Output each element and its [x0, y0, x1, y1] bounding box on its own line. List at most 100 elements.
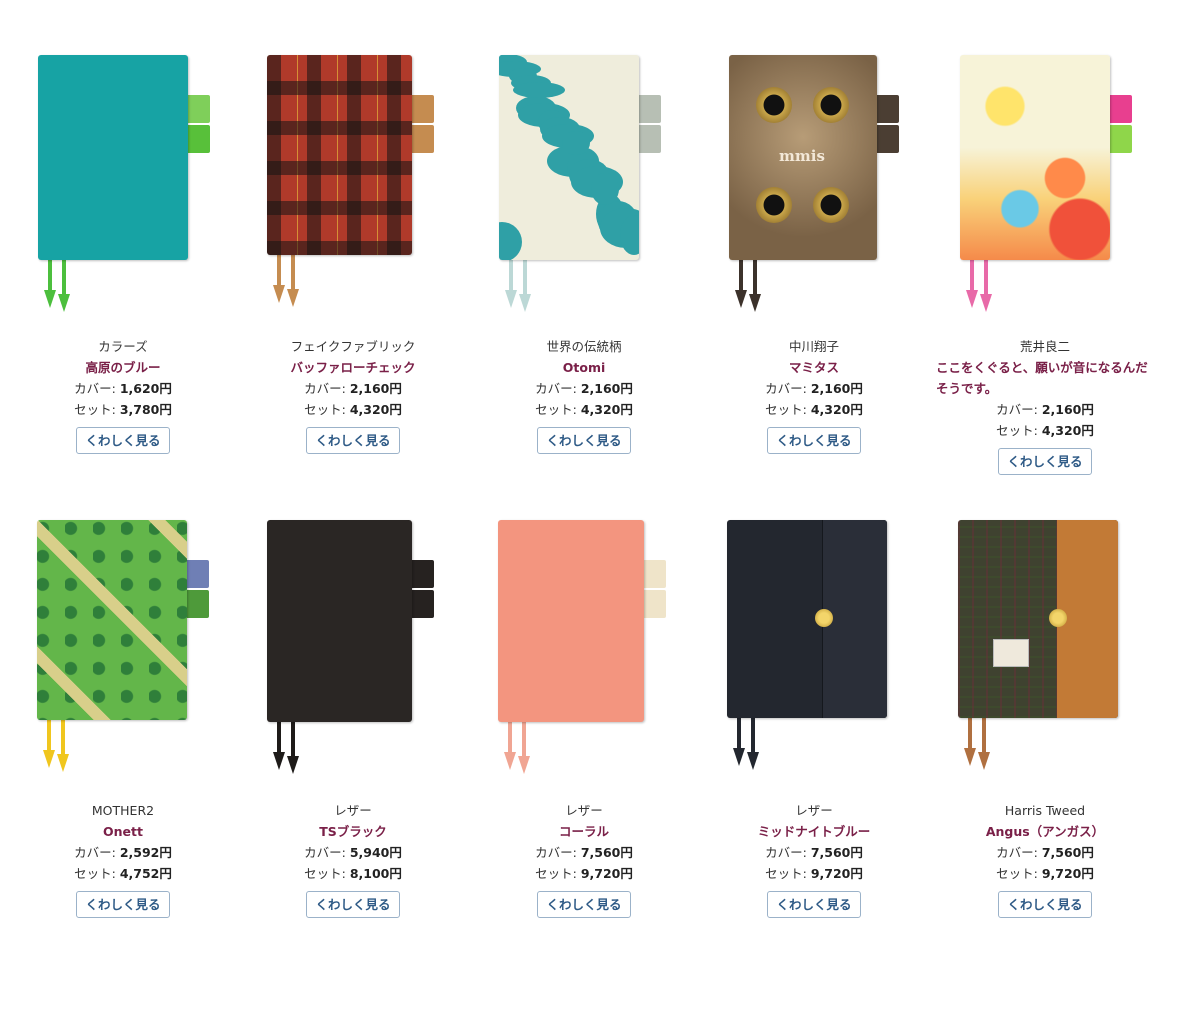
product-image[interactable] — [238, 505, 468, 795]
bookmark-tip-icon — [44, 290, 56, 308]
cover-price-value: 1,620円 — [119, 381, 172, 396]
bookmark-tip-icon — [966, 290, 978, 308]
cover-price-line: カバー: 1,620円 — [8, 378, 238, 399]
bookmark-tip-icon — [519, 294, 531, 312]
notebook-cover: mmis — [729, 55, 877, 260]
product-card: レザー ミッドナイトブルー カバー: 7,560円 セット: 9,720円 くわしく見る — [699, 505, 929, 918]
notebook-cover — [267, 55, 412, 255]
cover-price-label: カバー: — [74, 845, 116, 860]
product-image[interactable] — [699, 505, 929, 795]
bookmark-tip-icon — [980, 294, 992, 312]
product-brand: Harris Tweed — [1004, 803, 1086, 818]
product-name[interactable]: マミタス — [699, 357, 929, 378]
notebook-cover — [498, 520, 644, 722]
product-card: mmis 中川翔子マミタス カバー: 2,160円 セット: 4,320円くわしく見る — [699, 40, 929, 454]
details-button[interactable]: くわしく見る — [306, 891, 400, 918]
cover-price-value: 2,160円 — [580, 381, 633, 396]
product-image[interactable] — [8, 505, 238, 795]
product-image[interactable] — [930, 505, 1160, 795]
set-price-value: 4,320円 — [580, 402, 633, 417]
product-brand: レザー — [565, 803, 603, 818]
bookmark-tip-icon — [287, 756, 299, 774]
set-price-label: セット: — [996, 866, 1038, 881]
product-brand: 中川翔子 — [788, 339, 839, 354]
details-button[interactable]: くわしく見る — [76, 891, 170, 918]
bookmark-tip-icon — [57, 754, 69, 772]
set-price-value: 8,100円 — [349, 866, 402, 881]
details-button[interactable]: くわしく見る — [767, 891, 861, 918]
product-name[interactable]: ミッドナイトブルー — [699, 821, 929, 842]
product-info: レザー TSブラック カバー: 5,940円 セット: 8,100円 くわしく見る — [238, 800, 468, 918]
set-price-line: セット: 4,320円 — [699, 399, 929, 420]
set-price-label: セット: — [996, 423, 1038, 438]
cover-price-label: カバー: — [535, 845, 577, 860]
set-price-value: 9,720円 — [1041, 866, 1094, 881]
bookmark-tip-icon — [735, 290, 747, 308]
bookmark-tip-icon — [978, 752, 990, 770]
product-name[interactable]: TSブラック — [238, 821, 468, 842]
product-name[interactable]: コーラル — [469, 821, 699, 842]
cover-price-value: 5,940円 — [349, 845, 402, 860]
product-info: レザー ミッドナイトブルー カバー: 7,560円 セット: 9,720円 くわしく見る — [699, 800, 929, 918]
cover-price-label: カバー: — [535, 381, 577, 396]
details-button[interactable]: くわしく見る — [76, 427, 170, 454]
product-card: フェイクファブリック バッファローチェック カバー: 2,160円 セット: 4,32… — [238, 40, 468, 454]
bookmark-tip-icon — [273, 752, 285, 770]
product-info: 世界の伝統柄 Otomi カバー: 2,160円 セット: 4,320円 くわしく見る — [469, 336, 699, 454]
set-price-label: セット: — [304, 866, 346, 881]
snap-button-icon — [815, 609, 833, 627]
product-brand: レザー — [795, 803, 833, 818]
bookmark-tip-icon — [504, 752, 516, 770]
product-name[interactable]: ここをくぐると、願いが音になるんだそうです。 — [930, 357, 1160, 399]
set-price-line: セット: 4,320円 — [930, 420, 1160, 441]
cat-eye-icon — [813, 87, 849, 123]
product-info: 中川翔子マミタス カバー: 2,160円 セット: 4,320円くわしく見る — [699, 336, 929, 454]
cover-price-line: カバー: 5,940円 — [238, 842, 468, 863]
product-info: MOTHER2 Onett カバー: 2,592円 セット: 4,752円 くわしく見る — [8, 800, 238, 918]
product-brand: フェイクファブリック — [290, 339, 416, 354]
product-image[interactable] — [469, 40, 699, 330]
details-button[interactable]: くわしく見る — [537, 891, 631, 918]
set-price-label: セット: — [74, 402, 116, 417]
cover-price-line: カバー: 7,560円 — [469, 842, 699, 863]
bookmark-tip-icon — [733, 748, 745, 766]
cover-price-value: 2,160円 — [1041, 402, 1094, 417]
product-card: レザー コーラル カバー: 7,560円 セット: 9,720円 くわしく見る — [469, 505, 699, 918]
details-button[interactable]: くわしく見る — [537, 427, 631, 454]
notebook-cover — [727, 520, 887, 718]
product-card: 荒井良二 ここをくぐると、願いが音になるんだそうです。 カバー: 2,160円 セット… — [930, 40, 1160, 475]
cover-price-label: カバー: — [996, 402, 1038, 417]
product-name[interactable]: 高原のブルー — [8, 357, 238, 378]
otomi-pattern — [499, 55, 639, 260]
product-name[interactable]: バッファローチェック — [238, 357, 468, 378]
set-price-value: 4,320円 — [1041, 423, 1094, 438]
product-image[interactable] — [930, 40, 1160, 330]
cover-price-label: カバー: — [765, 845, 807, 860]
product-info: 荒井良二 ここをくぐると、願いが音になるんだそうです。 カバー: 2,160円 セット… — [930, 336, 1160, 475]
notebook-cover — [37, 520, 187, 720]
cover-price-line: カバー: 2,160円 — [699, 378, 929, 399]
product-name[interactable]: Otomi — [469, 357, 699, 378]
cover-price-value: 7,560円 — [810, 845, 863, 860]
product-name[interactable]: Onett — [8, 821, 238, 842]
product-brand: 世界の伝統柄 — [546, 339, 622, 354]
product-image[interactable] — [238, 40, 468, 330]
product-image[interactable] — [8, 40, 238, 330]
harris-tweed-label-icon — [993, 638, 1030, 667]
product-image[interactable] — [469, 505, 699, 795]
product-name[interactable]: Angus（アンガス） — [930, 821, 1160, 842]
product-brand: 荒井良二 — [1019, 339, 1070, 354]
product-card: Harris Tweed Angus（アンガス） カバー: 7,560円 セット: 9… — [930, 505, 1160, 918]
details-button[interactable]: くわしく見る — [767, 427, 861, 454]
bookmark-tip-icon — [43, 750, 55, 768]
details-button[interactable]: くわしく見る — [998, 891, 1092, 918]
set-price-label: セット: — [765, 402, 807, 417]
bookmark-tip-icon — [518, 756, 530, 774]
bookmark-tip-icon — [58, 294, 70, 312]
notebook-cover — [38, 55, 188, 260]
set-price-line: セット: 4,320円 — [238, 399, 468, 420]
details-button[interactable]: くわしく見る — [306, 427, 400, 454]
details-button[interactable]: くわしく見る — [998, 448, 1092, 475]
product-image[interactable]: mmis — [699, 40, 929, 330]
product-grid: カラーズ 高原のブルー カバー: 1,620円 セット: 3,780円 くわしく見る フェ… — [0, 0, 1182, 1012]
